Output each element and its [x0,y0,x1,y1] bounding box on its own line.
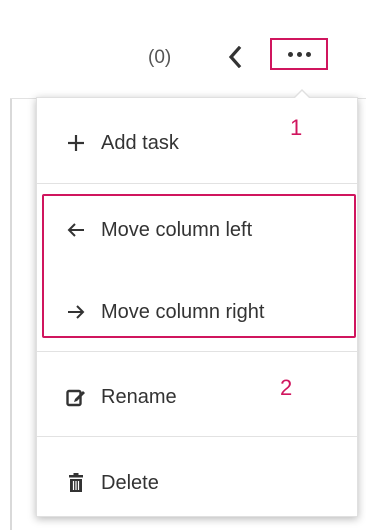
menu-item-label: Delete [101,471,159,494]
callout-number-2: 2 [280,375,293,400]
menu-divider [37,436,357,437]
menu-item-add-task[interactable]: Add task [37,118,357,168]
trash-icon [65,472,87,494]
more-options-button[interactable] [270,38,328,70]
menu-item-label: Add task [101,131,179,154]
arrow-left-icon [65,219,87,241]
menu-pointer-fill [294,91,310,99]
kanban-board-screenshot: (0) Add task Move column left Move colum… [0,0,366,530]
menu-item-move-column-left[interactable]: Move column left [37,205,357,255]
menu-item-delete[interactable]: Delete [37,458,357,508]
menu-item-move-column-right[interactable]: Move column right [37,287,357,337]
arrow-right-icon [65,301,87,323]
column-options-menu: Add task Move column left Move column ri… [36,97,358,517]
edit-icon [65,386,87,408]
menu-item-label: Move column left [101,218,253,241]
menu-divider [37,183,357,184]
chevron-left-icon [228,46,242,68]
collapse-column-button[interactable] [224,41,246,73]
plus-icon [65,132,87,154]
task-count: (0) [148,47,172,68]
menu-item-rename[interactable]: Rename [37,372,357,422]
ellipsis-icon [287,51,311,57]
callout-number-1: 1 [290,115,303,140]
menu-item-label: Move column right [101,300,265,323]
menu-divider [37,351,357,352]
menu-item-label: Rename [101,385,177,408]
